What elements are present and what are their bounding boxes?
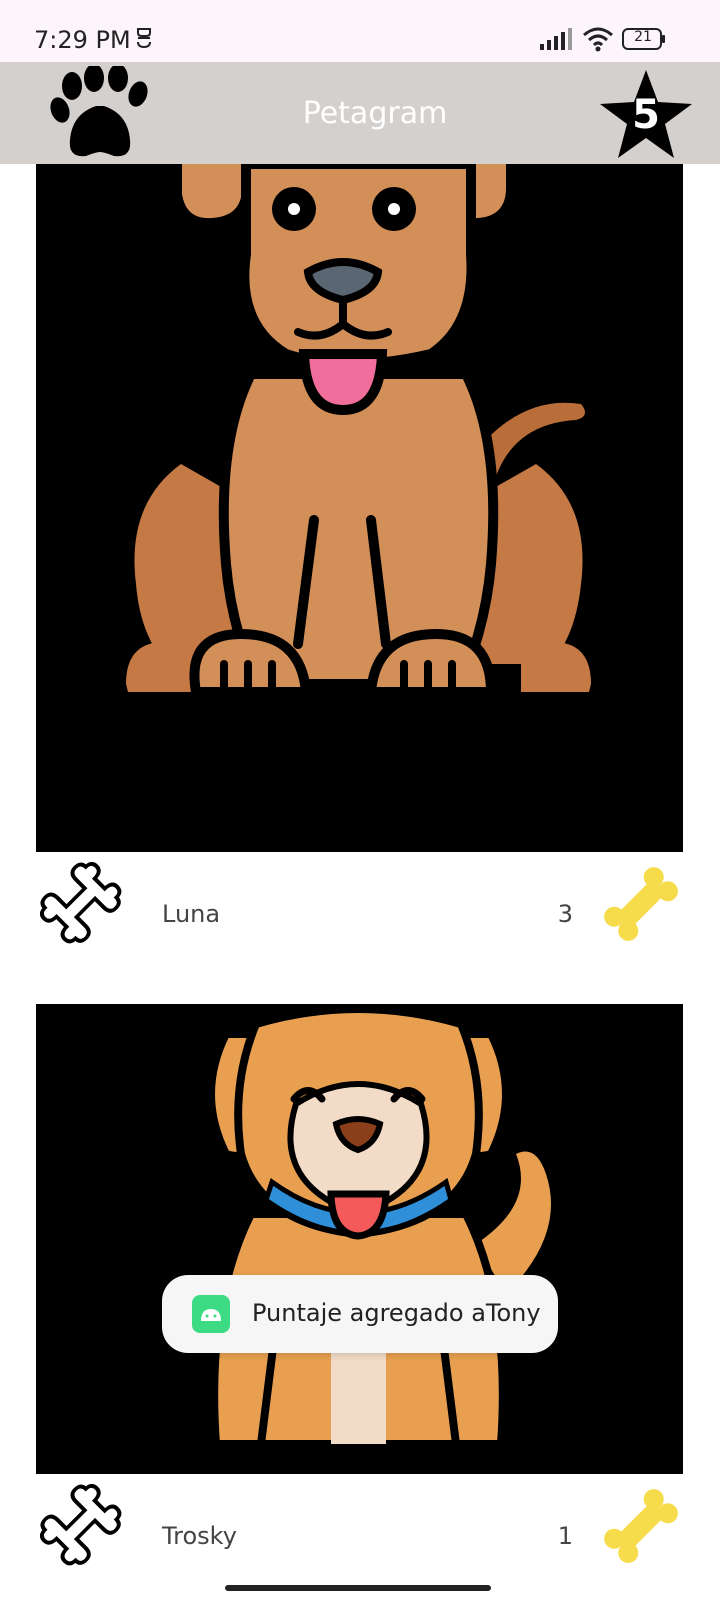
screen: 7:29 PM 21 Petagram 5 Luna 3 Trosky 1 Pu… bbox=[0, 0, 720, 1600]
app-bar: Petagram 5 bbox=[0, 62, 720, 164]
pet-photo bbox=[36, 164, 683, 852]
pet-name: Trosky bbox=[162, 1522, 237, 1550]
notification-icon bbox=[137, 28, 151, 49]
bone-yellow-icon bbox=[604, 1489, 678, 1563]
status-bar: 7:29 PM 21 bbox=[0, 0, 720, 62]
saint-bernard-dog-illustration bbox=[207, 1005, 551, 1448]
favorites-button[interactable]: 5 bbox=[598, 66, 694, 162]
bone-outline-icon[interactable] bbox=[40, 1484, 122, 1566]
wifi-icon bbox=[583, 27, 613, 52]
battery-level: 21 bbox=[634, 29, 652, 45]
pet-footer: Luna 3 bbox=[36, 852, 683, 952]
bone-outline-icon[interactable] bbox=[40, 862, 122, 944]
status-icons: 21 bbox=[540, 26, 674, 52]
toast-message: Puntaje agregado aTony bbox=[162, 1275, 558, 1353]
pet-score: 3 bbox=[557, 900, 573, 928]
pet-card: Luna 3 bbox=[36, 164, 683, 954]
favorites-count: 5 bbox=[632, 92, 660, 138]
brown-dog-illustration bbox=[126, 164, 591, 697]
bone-yellow-icon bbox=[604, 867, 678, 941]
pet-score: 1 bbox=[557, 1522, 573, 1550]
toast-text: Puntaje agregado aTony bbox=[252, 1299, 541, 1327]
status-time: 7:29 PM bbox=[34, 26, 131, 54]
signal-icon bbox=[540, 28, 572, 50]
android-app-icon bbox=[192, 1295, 230, 1333]
home-indicator[interactable] bbox=[225, 1585, 491, 1591]
pet-photo bbox=[36, 1004, 683, 1474]
pet-name: Luna bbox=[162, 900, 221, 928]
pet-footer: Trosky 1 bbox=[36, 1474, 683, 1574]
